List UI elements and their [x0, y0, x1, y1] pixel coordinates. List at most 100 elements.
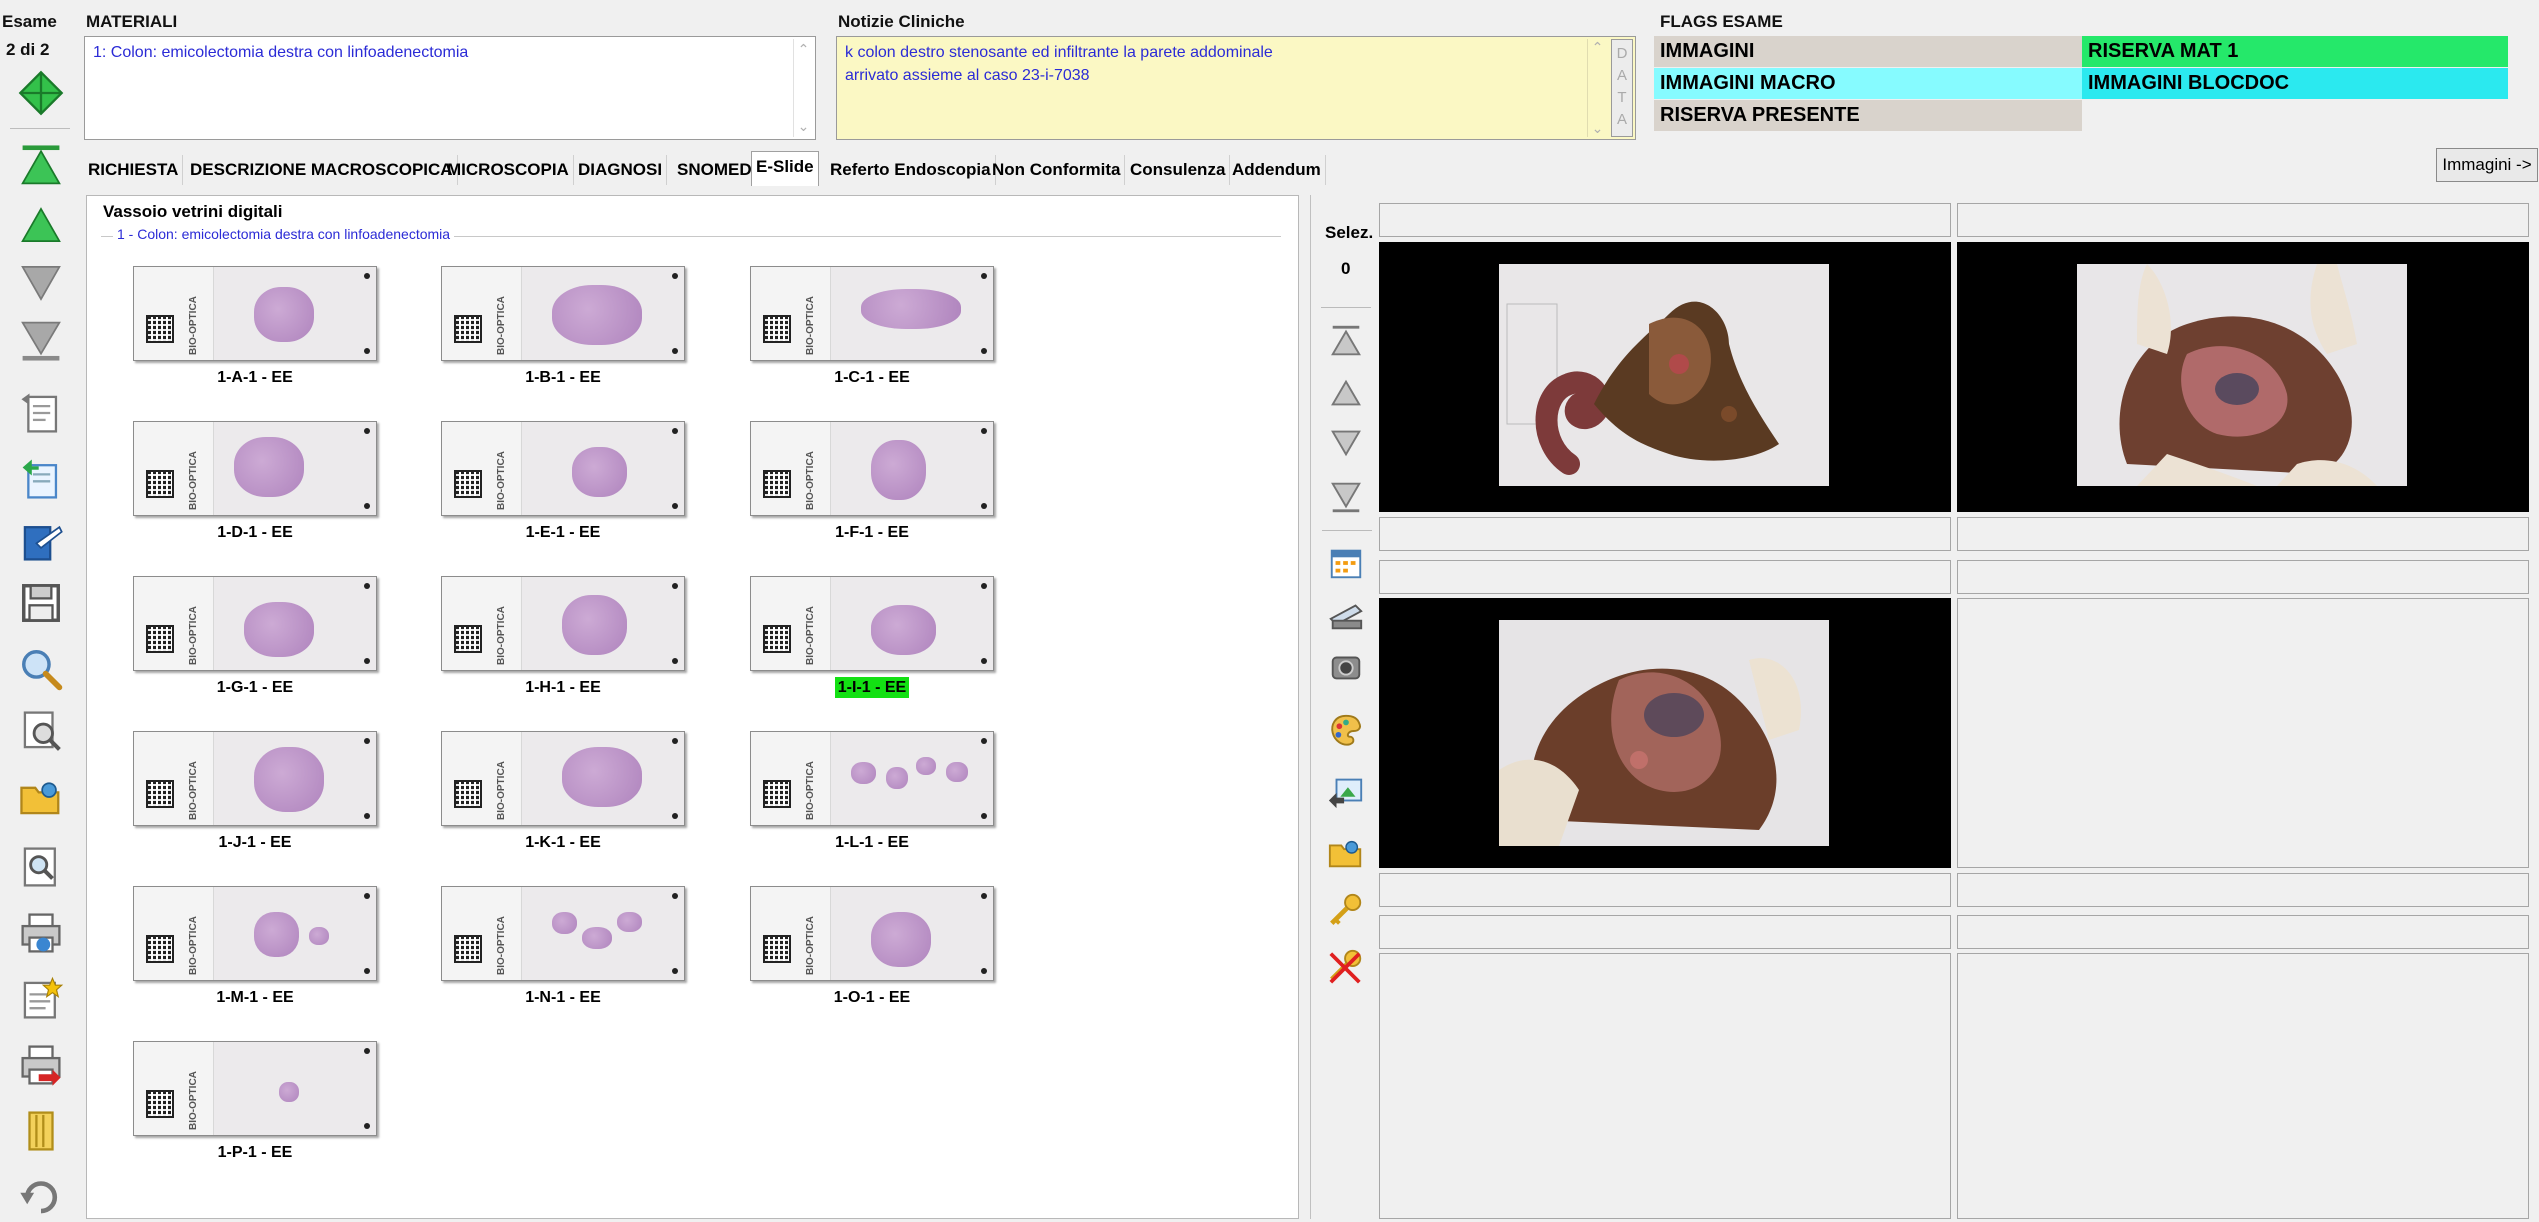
images-button[interactable]: Immagini ->: [2436, 148, 2538, 182]
add-document-icon[interactable]: [14, 452, 68, 506]
slide-thumbnail[interactable]: BIO-OPTICA 1-D-1 - EE: [133, 421, 383, 542]
save-icon[interactable]: [14, 576, 68, 630]
tab-snomed[interactable]: SNOMED: [673, 155, 757, 185]
image-link-icon[interactable]: [1323, 768, 1369, 814]
image-cell[interactable]: [1379, 598, 1951, 868]
remove-key-icon[interactable]: [1323, 944, 1369, 990]
archive-icon[interactable]: [14, 1104, 68, 1158]
search-icon[interactable]: [14, 642, 68, 696]
last-record-icon[interactable]: [14, 314, 68, 368]
previous-image-icon[interactable]: [1323, 370, 1369, 416]
clinical-notes-field[interactable]: k colon destro stenosante ed infiltrante…: [836, 36, 1636, 140]
image-cell-empty[interactable]: [1379, 953, 1951, 1219]
materials-scrollbar[interactable]: ⌃ ⌄: [793, 39, 813, 137]
first-image-icon[interactable]: [1323, 318, 1369, 364]
undo-icon[interactable]: [14, 1168, 68, 1222]
tab-addendum[interactable]: Addendum: [1228, 155, 1326, 185]
scanner-icon[interactable]: [1323, 592, 1369, 638]
slide-thumbnail[interactable]: BIO-OPTICA 1-O-1 - EE: [750, 886, 1000, 1007]
slide-image[interactable]: BIO-OPTICA: [441, 266, 685, 361]
slide-image[interactable]: BIO-OPTICA: [133, 886, 377, 981]
key-icon[interactable]: [1323, 888, 1369, 934]
slide-thumbnail[interactable]: BIO-OPTICA 1-L-1 - EE: [750, 731, 1000, 852]
exam-counter: 2 di 2: [6, 40, 50, 59]
slide-caption: 1-L-1 - EE: [835, 834, 909, 851]
slide-caption: 1-G-1 - EE: [216, 679, 294, 696]
print-icon[interactable]: [14, 906, 68, 960]
tab-descrizione-macroscopica[interactable]: DESCRIZIONE MACROSCOPICA: [186, 155, 458, 185]
slide-label-area: BIO-OPTICA: [134, 422, 214, 515]
slide-image[interactable]: BIO-OPTICA: [133, 576, 377, 671]
next-record-icon[interactable]: [14, 256, 68, 310]
slide-image[interactable]: BIO-OPTICA: [750, 886, 994, 981]
slide-image[interactable]: BIO-OPTICA: [133, 266, 377, 361]
slide-thumbnail[interactable]: BIO-OPTICA 1-K-1 - EE: [441, 731, 691, 852]
slide-thumbnail[interactable]: BIO-OPTICA 1-G-1 - EE: [133, 576, 383, 697]
materials-header: MATERIALI: [86, 12, 178, 31]
slide-label-area: BIO-OPTICA: [442, 732, 522, 825]
slide-thumbnail[interactable]: BIO-OPTICA 1-J-1 - EE: [133, 731, 383, 852]
tab-richiesta[interactable]: RICHIESTA: [84, 155, 184, 185]
navigate-diamond-icon[interactable]: [14, 66, 68, 120]
slide-thumbnail[interactable]: BIO-OPTICA 1-N-1 - EE: [441, 886, 691, 1007]
slide-thumbnail[interactable]: BIO-OPTICA 1-F-1 - EE: [750, 421, 1000, 542]
slide-image[interactable]: BIO-OPTICA: [441, 421, 685, 516]
slide-caption: 1-K-1 - EE: [525, 834, 601, 851]
slide-thumbnail[interactable]: BIO-OPTICA 1-H-1 - EE: [441, 576, 691, 697]
preview-icon[interactable]: [14, 840, 68, 894]
document-search-icon[interactable]: [14, 704, 68, 758]
slide-thumbnail[interactable]: BIO-OPTICA 1-A-1 - EE: [133, 266, 383, 387]
image-caption-top: [1379, 560, 1951, 594]
slide-image[interactable]: BIO-OPTICA: [133, 421, 377, 516]
next-image-icon[interactable]: [1323, 420, 1369, 466]
image-cell[interactable]: [1957, 242, 2529, 512]
previous-record-icon[interactable]: [14, 198, 68, 252]
slide-brand: BIO-OPTICA: [805, 606, 816, 665]
image-panel: [1376, 195, 2539, 1219]
slide-image[interactable]: BIO-OPTICA: [750, 421, 994, 516]
print-export-icon[interactable]: [14, 1038, 68, 1092]
open-folder-icon[interactable]: [14, 770, 68, 824]
first-record-icon[interactable]: [14, 138, 68, 192]
tab-non-conformita[interactable]: Non Conformita: [988, 155, 1126, 185]
slide-thumbnail[interactable]: BIO-OPTICA 1-B-1 - EE: [441, 266, 691, 387]
new-document-icon[interactable]: [14, 386, 68, 440]
image-cell-empty[interactable]: [1957, 598, 2529, 868]
tab-referto-endoscopia[interactable]: Referto Endoscopia: [826, 155, 996, 185]
slide-image[interactable]: BIO-OPTICA: [441, 731, 685, 826]
slide-image[interactable]: BIO-OPTICA: [750, 576, 994, 671]
paint-palette-icon[interactable]: [1323, 708, 1369, 754]
image-cell[interactable]: [1379, 242, 1951, 512]
slide-caption: 1-B-1 - EE: [525, 369, 601, 386]
last-image-icon[interactable]: [1323, 474, 1369, 520]
report-star-icon[interactable]: [14, 972, 68, 1026]
slide-image[interactable]: BIO-OPTICA: [133, 1041, 377, 1136]
exam-label: Esame: [2, 12, 57, 31]
slide-caption: 1-E-1 - EE: [525, 524, 601, 541]
open-image-folder-icon[interactable]: [1323, 830, 1369, 876]
tab-consulenza[interactable]: Consulenza: [1126, 155, 1231, 185]
tab-diagnosi[interactable]: DIAGNOSI: [574, 155, 668, 185]
slide-thumbnail[interactable]: BIO-OPTICA 1-M-1 - EE: [133, 886, 383, 1007]
slide-brand: BIO-OPTICA: [188, 296, 199, 355]
slide-thumbnail[interactable]: BIO-OPTICA 1-P-1 - EE: [133, 1041, 383, 1162]
tab-e-slide[interactable]: E-Slide: [751, 151, 819, 186]
slide-thumbnail[interactable]: BIO-OPTICA 1-I-1 - EE: [750, 576, 1000, 698]
tissue-section: [871, 605, 936, 655]
slide-image[interactable]: BIO-OPTICA: [133, 731, 377, 826]
tab-microscopia[interactable]: MICROSCOPIA: [443, 155, 574, 185]
image-cell-empty[interactable]: [1957, 953, 2529, 1219]
edit-export-icon[interactable]: [14, 514, 68, 568]
slide-image[interactable]: BIO-OPTICA: [750, 266, 994, 361]
slide-brand: BIO-OPTICA: [188, 1071, 199, 1130]
calendar-icon[interactable]: [1323, 540, 1369, 586]
slide-image[interactable]: BIO-OPTICA: [441, 576, 685, 671]
slide-thumbnail[interactable]: BIO-OPTICA 1-C-1 - EE: [750, 266, 1000, 387]
materials-field[interactable]: 1: Colon: emicolectomia destra con linfo…: [84, 36, 816, 140]
data-side-button[interactable]: D A T A: [1611, 39, 1633, 137]
slide-thumbnail[interactable]: BIO-OPTICA 1-E-1 - EE: [441, 421, 691, 542]
slide-image[interactable]: BIO-OPTICA: [441, 886, 685, 981]
clinical-notes-scrollbar[interactable]: ⌃ ⌄: [1587, 39, 1607, 137]
slide-image[interactable]: BIO-OPTICA: [750, 731, 994, 826]
camera-icon[interactable]: [1323, 644, 1369, 690]
